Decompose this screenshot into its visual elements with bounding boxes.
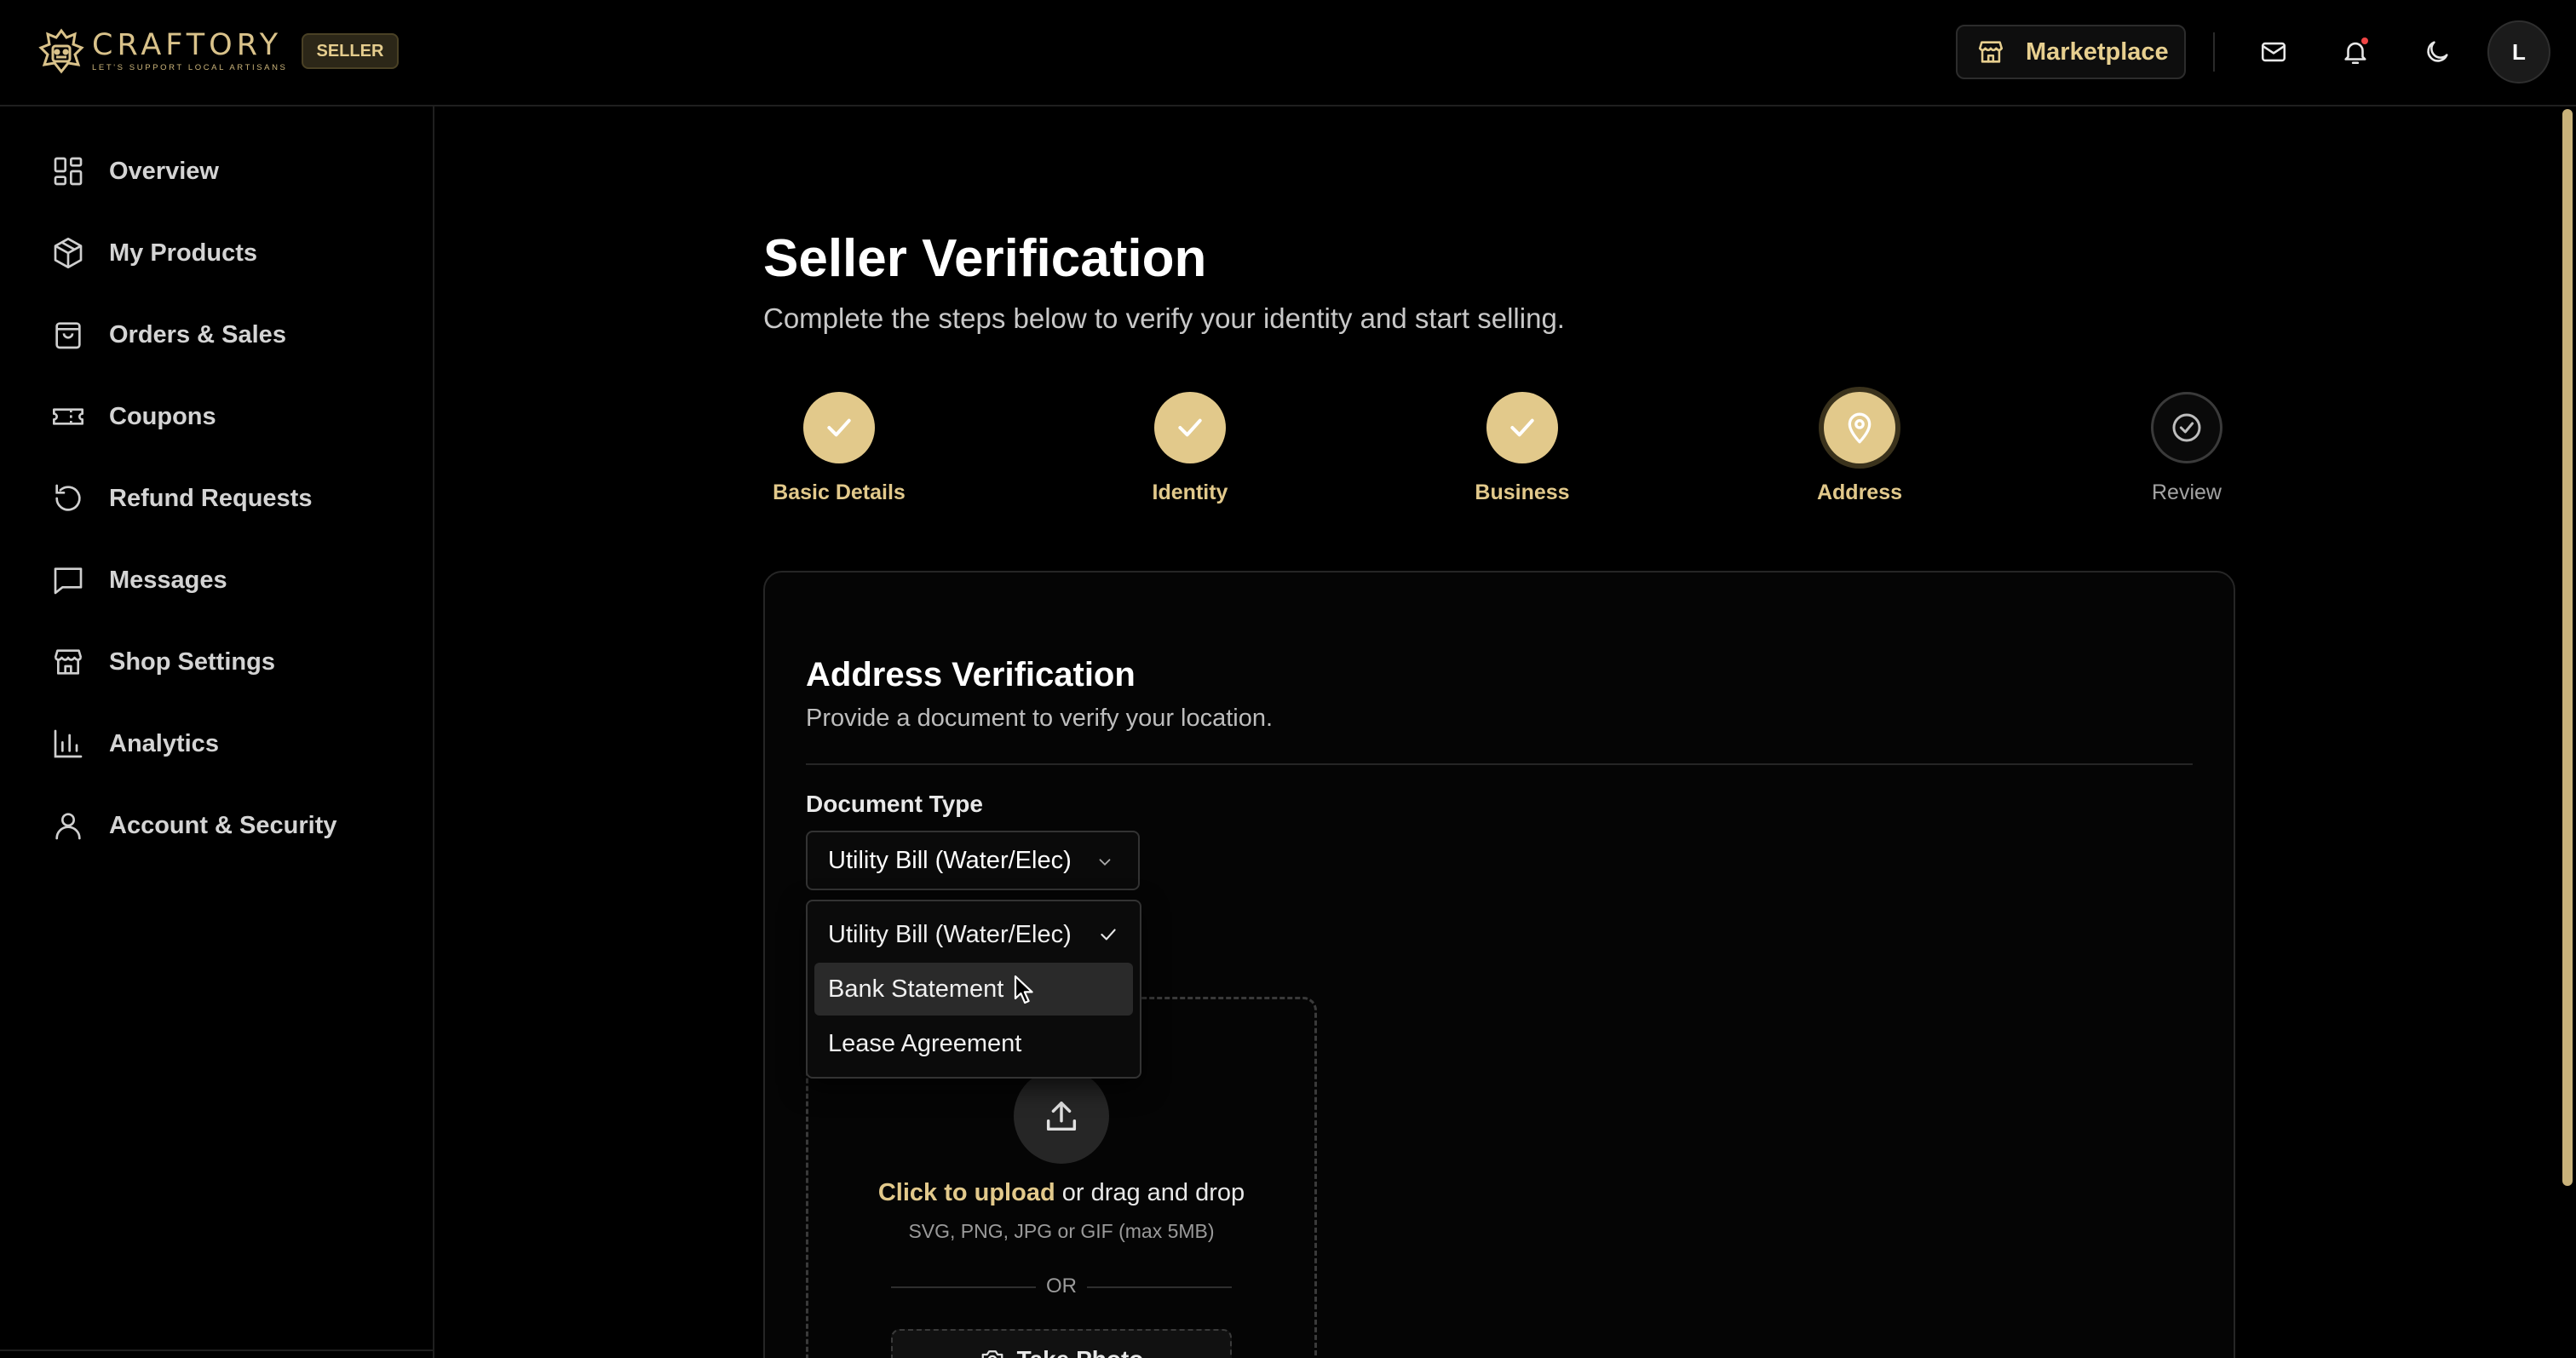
- shopping-bag-icon: [55, 322, 81, 349]
- check-circle-icon: [2172, 413, 2201, 442]
- option-lease-agreement[interactable]: Lease Agreement: [814, 1017, 1133, 1070]
- take-photo-label: Take Photo: [1017, 1346, 1144, 1358]
- sidebar-item-my-products[interactable]: My Products: [51, 227, 409, 279]
- brand[interactable]: CRAFTORY LET'S SUPPORT LOCAL ARTISANS SE…: [37, 26, 400, 77]
- document-type-label: Document Type: [806, 791, 983, 817]
- chevron-down-icon: [1099, 859, 1111, 866]
- user-icon: [55, 813, 81, 840]
- option-utility-bill[interactable]: Utility Bill (Water/Elec): [814, 908, 1133, 961]
- notifications-button[interactable]: [2336, 32, 2375, 72]
- sidebar-item-coupons[interactable]: Coupons: [51, 391, 409, 442]
- sidebar-item-label: Coupons: [109, 402, 216, 430]
- header-divider: [2213, 32, 2215, 72]
- sidebar-item-label: Analytics: [109, 729, 219, 757]
- step-current-circle: [1824, 392, 1895, 463]
- sidebar-item-label: Overview: [109, 157, 219, 185]
- step-identity[interactable]: Identity: [1096, 392, 1284, 505]
- step-label: Business: [1475, 480, 1570, 504]
- drag-drop-text: or drag and drop: [1055, 1179, 1245, 1206]
- sidebar-item-label: My Products: [109, 239, 258, 267]
- click-to-upload-link[interactable]: Click to upload: [878, 1179, 1055, 1206]
- page-subtitle: Complete the steps below to verify your …: [763, 302, 1565, 334]
- marketplace-label: Marketplace: [2026, 37, 2169, 66]
- sidebar-item-refund-requests[interactable]: Refund Requests: [51, 473, 409, 524]
- brand-name: CRAFTORY: [92, 28, 283, 62]
- map-pin-icon: [1848, 412, 1872, 444]
- box-icon: [54, 238, 83, 268]
- step-basic-details[interactable]: Basic Details: [745, 392, 933, 505]
- document-type-dropdown: Utility Bill (Water/Elec) Bank Statement…: [806, 900, 1141, 1079]
- step-label: Review: [2152, 480, 2222, 504]
- sidebar-item-messages[interactable]: Messages: [51, 555, 409, 606]
- step-label: Address: [1816, 480, 1903, 504]
- ticket-icon: [53, 408, 83, 425]
- sidebar-item-account-security[interactable]: Account & Security: [51, 800, 409, 851]
- option-bank-statement[interactable]: Bank Statement: [814, 963, 1133, 1016]
- check-icon: [827, 418, 851, 437]
- grid-icon: [54, 157, 83, 186]
- store-icon: [1978, 41, 2004, 63]
- card-divider: [806, 763, 2193, 765]
- sidebar-item-shop-settings[interactable]: Shop Settings: [51, 636, 409, 688]
- upload-instructions: Click to upload or drag and drop: [806, 1179, 1317, 1207]
- step-complete-circle: [1486, 392, 1558, 463]
- sidebar-item-label: Shop Settings: [109, 647, 275, 676]
- mail-button[interactable]: [2254, 32, 2293, 72]
- seller-badge: SELLER: [301, 33, 400, 69]
- step-address[interactable]: Address: [1766, 392, 1953, 505]
- sidebar: Overview My Products Orders & Sales Coup…: [0, 106, 434, 1358]
- card-subtitle: Provide a document to verify your locati…: [806, 705, 1274, 732]
- document-type-value: Utility Bill (Water/Elec): [828, 846, 1072, 874]
- mouse-cursor-icon: [1014, 975, 1033, 1004]
- sidebar-footer-divider: [0, 1349, 434, 1351]
- craftory-logo-icon: [38, 28, 84, 74]
- sidebar-item-orders-sales[interactable]: Orders & Sales: [51, 309, 409, 360]
- option-label: Utility Bill (Water/Elec): [828, 920, 1072, 948]
- step-complete-circle: [803, 392, 875, 463]
- bar-chart-icon: [54, 729, 83, 758]
- step-label: Identity: [1152, 480, 1228, 504]
- check-icon: [1178, 418, 1202, 437]
- sidebar-item-analytics[interactable]: Analytics: [51, 718, 409, 769]
- app: CRAFTORY LET'S SUPPORT LOCAL ARTISANS SE…: [0, 0, 2576, 1358]
- sidebar-item-label: Orders & Sales: [109, 320, 286, 348]
- step-complete-circle: [1154, 392, 1226, 463]
- sidebar-item-label: Account & Security: [109, 811, 337, 839]
- sidebar-item-label: Refund Requests: [109, 484, 313, 512]
- page-title: Seller Verification: [763, 229, 1207, 288]
- store-icon: [54, 649, 83, 675]
- notification-dot: [2361, 37, 2368, 44]
- moon-icon: [2427, 41, 2448, 62]
- or-divider: OR: [891, 1273, 1232, 1298]
- mail-icon: [2261, 42, 2286, 62]
- camera-icon: [981, 1350, 1003, 1358]
- step-review[interactable]: Review: [2093, 392, 2280, 505]
- sidebar-item-label: Messages: [109, 566, 227, 594]
- step-business[interactable]: Business: [1429, 392, 1616, 505]
- step-label: Basic Details: [773, 480, 906, 504]
- take-photo-button[interactable]: Take Photo: [891, 1329, 1232, 1358]
- upload-icon: [1046, 1101, 1077, 1131]
- upload-icon-circle: [1014, 1068, 1109, 1164]
- card-title: Address Verification: [806, 656, 1136, 693]
- refresh-icon: [55, 484, 81, 511]
- check-icon: [1510, 418, 1534, 437]
- user-avatar[interactable]: L: [2487, 20, 2550, 83]
- brand-tagline: LET'S SUPPORT LOCAL ARTISANS: [92, 63, 288, 72]
- option-label: Bank Statement: [828, 975, 1004, 1003]
- scrollbar-thumb[interactable]: [2562, 109, 2573, 1186]
- marketplace-button[interactable]: Marketplace: [1956, 25, 2186, 79]
- message-icon: [54, 567, 83, 595]
- option-label: Lease Agreement: [828, 1029, 1022, 1057]
- check-icon: [1101, 929, 1116, 941]
- theme-toggle-button[interactable]: [2418, 32, 2457, 72]
- step-pending-circle: [2151, 392, 2222, 463]
- document-type-select[interactable]: Utility Bill (Water/Elec): [806, 831, 1140, 890]
- upload-file-hint: SVG, PNG, JPG or GIF (max 5MB): [908, 1220, 1215, 1242]
- sidebar-item-overview[interactable]: Overview: [51, 146, 409, 197]
- top-header: CRAFTORY LET'S SUPPORT LOCAL ARTISANS SE…: [0, 0, 2576, 106]
